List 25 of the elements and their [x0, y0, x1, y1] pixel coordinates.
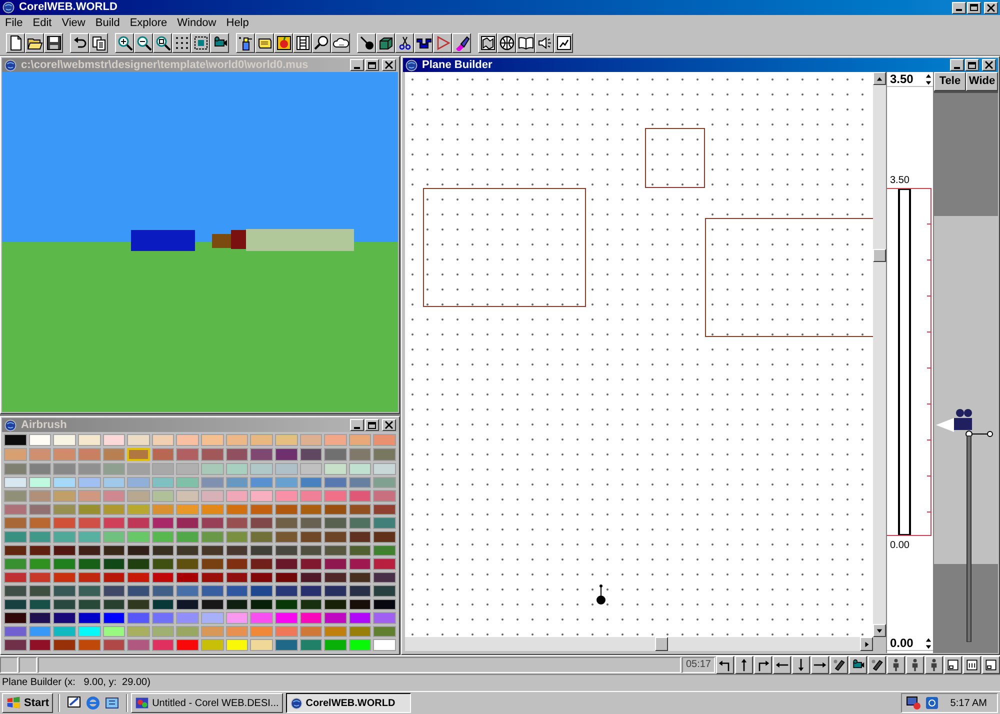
menu-item[interactable]: Help [222, 18, 253, 28]
clock: 5:17 AM [950, 696, 987, 710]
taskbar-button[interactable]: CorelWEB.WORLD [286, 693, 411, 713]
window-title: CorelWEB.WORLD [19, 2, 118, 13]
scale-label: 0.00 [890, 541, 910, 551]
start-button[interactable]: Start [2, 693, 54, 713]
menu-item[interactable]: File [1, 18, 27, 28]
menu-item[interactable]: Build [91, 18, 124, 28]
zoom-lens-button[interactable]: Wide [966, 72, 998, 91]
height-spinbox[interactable]: 3.50 [887, 72, 933, 87]
spinbox-value: 0.00 [889, 637, 914, 649]
status-text: Plane Builder (x: 9.00, y: 29.00) [2, 678, 150, 688]
time-display: 05:17 [682, 657, 715, 673]
taskbar-button[interactable]: Untitled - Corel WEB.DESI... [131, 693, 283, 713]
window-title: c:\corel\webmstr\designer\template\world0\world0.mus [21, 60, 308, 70]
menu-item[interactable]: Window [173, 18, 220, 28]
menu-item[interactable]: Edit [28, 18, 56, 28]
zoom-lens-button[interactable]: Tele [934, 72, 966, 91]
height-spinbox[interactable]: 0.00 [887, 636, 933, 651]
spinbox-value: 3.50 [889, 73, 914, 85]
window-title: Plane Builder [422, 60, 492, 70]
menu-item[interactable]: View [58, 18, 90, 28]
menu-item[interactable]: Explore [126, 18, 172, 28]
window-title: Airbrush [21, 420, 67, 430]
scale-label: 3.50 [890, 176, 910, 186]
